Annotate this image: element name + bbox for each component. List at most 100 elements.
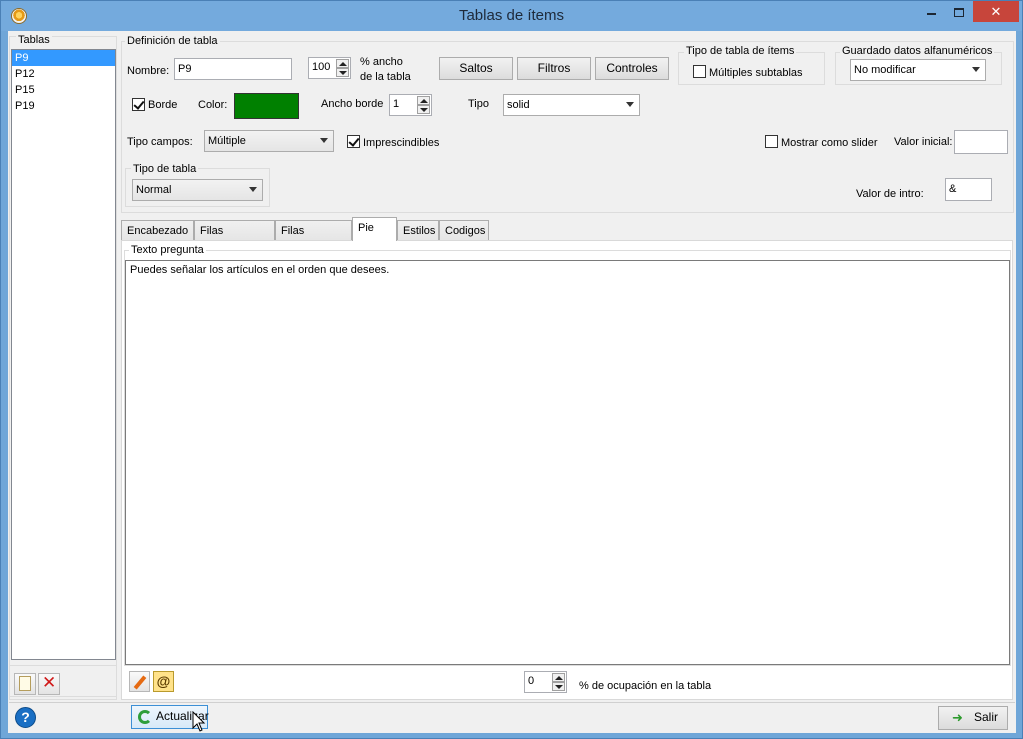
valor-inicial-label: Valor inicial: <box>894 136 953 148</box>
tipo-campos-value: Múltiple <box>208 135 246 147</box>
filtros-button[interactable]: Filtros <box>517 57 591 80</box>
ancho-value: 100 <box>312 61 331 73</box>
arrow-down-icon <box>555 685 563 689</box>
ancho-borde-stepper[interactable]: 1 <box>389 94 432 116</box>
texto-pregunta-label: Texto pregunta <box>129 244 206 256</box>
mouse-cursor-icon <box>192 711 206 732</box>
guardado-value: No modificar <box>854 64 916 76</box>
multiples-subtablas-checkbox[interactable] <box>693 65 706 78</box>
close-button[interactable]: ✕ <box>973 1 1019 22</box>
valor-intro-input[interactable]: & <box>945 178 992 201</box>
arrow-right-icon: ➜ <box>952 710 963 725</box>
ancho-borde-down-button[interactable] <box>417 105 430 114</box>
tipo-campos-label: Tipo campos: <box>127 136 193 148</box>
tipo-label: Tipo <box>468 98 489 110</box>
tab-filas-pregunta[interactable]: Filas pregunta <box>194 220 275 257</box>
ancho-borde-value: 1 <box>393 98 400 110</box>
borde-checkbox[interactable] <box>132 98 145 111</box>
tablas-group-label: Tablas <box>16 34 52 46</box>
ancho-borde-label: Ancho borde <box>321 98 384 110</box>
salir-button[interactable]: ➜ Salir <box>938 706 1008 730</box>
texto-pregunta-textarea[interactable]: Puedes señalar los artículos en el orden… <box>125 260 1010 665</box>
tipo-value: solid <box>507 99 530 111</box>
arrow-up-icon <box>555 676 563 680</box>
ancho-label-1: % ancho <box>360 56 403 68</box>
ocupacion-down-button[interactable] <box>552 682 565 691</box>
minimize-icon <box>926 12 936 15</box>
list-item[interactable]: P19 <box>12 98 115 114</box>
refresh-icon <box>138 710 152 724</box>
tab-codigos[interactable]: Codigos <box>439 220 489 241</box>
arrow-down-icon <box>339 71 347 75</box>
controles-button[interactable]: Controles <box>595 57 669 80</box>
mostrar-slider-label: Mostrar como slider <box>781 137 878 149</box>
tipo-campos-select[interactable]: Múltiple <box>204 130 334 152</box>
salir-label: Salir <box>974 710 999 724</box>
ocupacion-label: % de ocupación en la tabla <box>579 680 712 692</box>
tab-encabezado[interactable]: Encabezado <box>121 220 194 241</box>
saltos-button[interactable]: Saltos <box>439 57 513 80</box>
valor-intro-label: Valor de intro: <box>856 188 924 200</box>
tipo-tabla-label: Tipo de tabla <box>131 163 199 175</box>
chevron-down-icon <box>320 138 328 143</box>
app-window: Tablas de ítems ✕ Tablas P9 P12 P15 P19 … <box>0 0 1023 739</box>
chevron-down-icon <box>972 67 980 72</box>
email-button[interactable]: @ <box>153 671 174 692</box>
color-label: Color: <box>198 99 228 111</box>
new-table-button[interactable] <box>14 673 36 695</box>
pencil-icon <box>133 675 147 690</box>
definicion-group-label: Definición de tabla <box>125 35 220 47</box>
mostrar-slider-checkbox[interactable] <box>765 135 778 148</box>
arrow-up-icon <box>420 99 428 103</box>
maximize-button[interactable] <box>945 1 973 22</box>
color-swatch[interactable] <box>234 93 299 119</box>
maximize-icon <box>954 8 964 18</box>
delete-table-button[interactable]: ✕ <box>38 673 60 695</box>
list-item[interactable]: P12 <box>12 66 115 82</box>
tipo-items-label: Tipo de tabla de ítems <box>684 45 797 57</box>
arrow-down-icon <box>420 108 428 112</box>
imprescindibles-label: Imprescindibles <box>363 137 440 149</box>
ancho-down-button[interactable] <box>336 68 349 77</box>
borde-label: Borde <box>148 99 178 111</box>
nombre-label: Nombre: <box>127 65 170 77</box>
ocupacion-value: 0 <box>528 675 535 687</box>
texto-pregunta-content: Puedes señalar los artículos en el orden… <box>130 264 390 276</box>
tab-estilos[interactable]: Estilos <box>397 220 439 241</box>
guardado-label: Guardado datos alfanuméricos <box>840 45 995 57</box>
tab-filas-derecha[interactable]: Filas derecha <box>275 220 352 257</box>
imprescindibles-checkbox[interactable] <box>347 135 360 148</box>
footer-divider <box>9 702 1015 703</box>
list-item[interactable]: P15 <box>12 82 115 98</box>
minimize-button[interactable] <box>917 1 945 22</box>
tab-pie[interactable]: Pie <box>352 217 397 241</box>
tipo-tabla-select[interactable]: Normal <box>132 179 263 201</box>
arrow-up-icon <box>339 62 347 66</box>
help-button[interactable]: ? <box>15 707 36 728</box>
list-item[interactable]: P9 <box>12 50 115 66</box>
ocupacion-up-button[interactable] <box>552 673 565 682</box>
at-sign-icon: @ <box>156 673 171 689</box>
valor-inicial-input[interactable] <box>954 130 1008 154</box>
delete-icon: ✕ <box>42 673 57 692</box>
tipo-select[interactable]: solid <box>503 94 640 116</box>
edit-button[interactable] <box>129 671 150 692</box>
ancho-up-button[interactable] <box>336 59 349 68</box>
tablas-listbox[interactable]: P9 P12 P15 P19 <box>11 49 116 660</box>
client-area: Tablas P9 P12 P15 P19 ✕ Definición de ta… <box>8 31 1016 733</box>
title-bar[interactable]: Tablas de ítems ✕ <box>1 1 1022 31</box>
ancho-borde-up-button[interactable] <box>417 96 430 105</box>
nombre-input[interactable]: P9 <box>174 58 292 80</box>
chevron-down-icon <box>626 102 634 107</box>
ocupacion-stepper[interactable]: 0 <box>524 671 567 693</box>
guardado-select[interactable]: No modificar <box>850 59 986 81</box>
help-icon: ? <box>21 709 30 725</box>
multiples-subtablas-label: Múltiples subtablas <box>709 67 803 79</box>
ancho-label-2: de la tabla <box>360 71 411 83</box>
chevron-down-icon <box>249 187 257 192</box>
new-document-icon <box>19 676 31 691</box>
close-icon: ✕ <box>990 4 1002 19</box>
tipo-tabla-value: Normal <box>136 184 172 196</box>
window-title: Tablas de ítems <box>458 7 565 24</box>
ancho-stepper[interactable]: 100 <box>308 57 351 79</box>
